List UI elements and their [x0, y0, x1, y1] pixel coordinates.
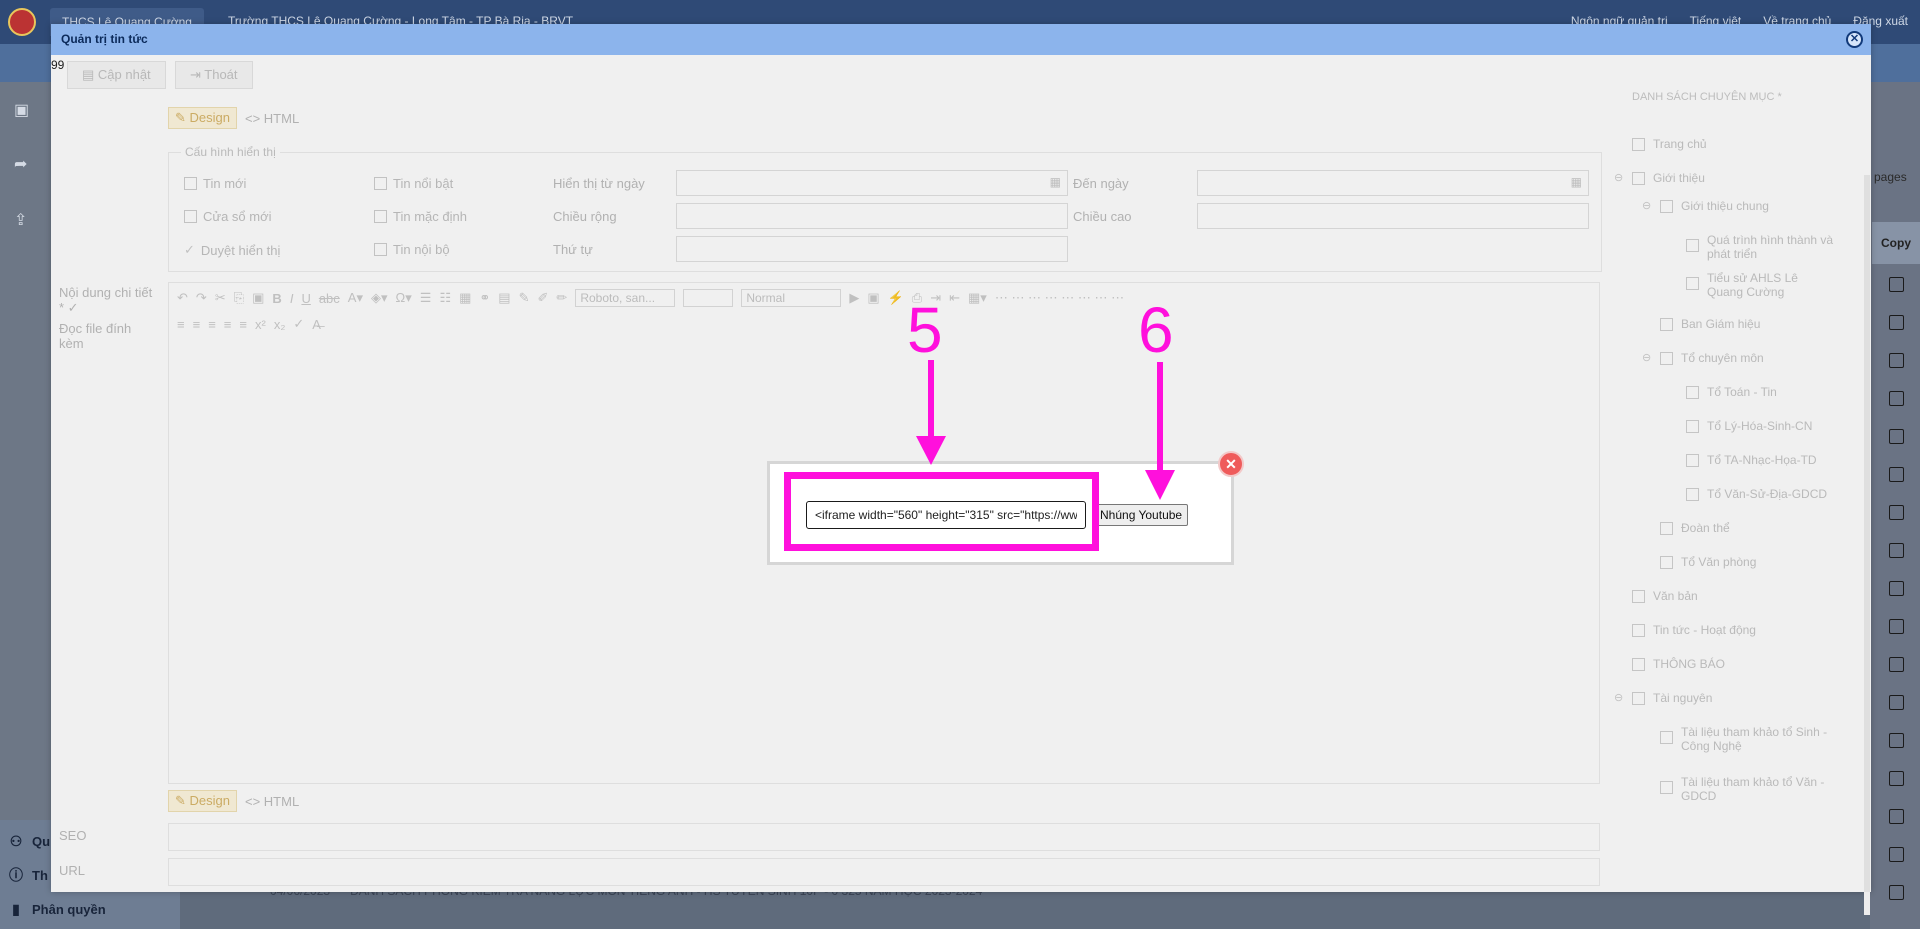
arrow-6-head	[1145, 470, 1175, 500]
annotation-arrows	[916, 360, 1175, 500]
arrow-5-head	[916, 436, 946, 465]
